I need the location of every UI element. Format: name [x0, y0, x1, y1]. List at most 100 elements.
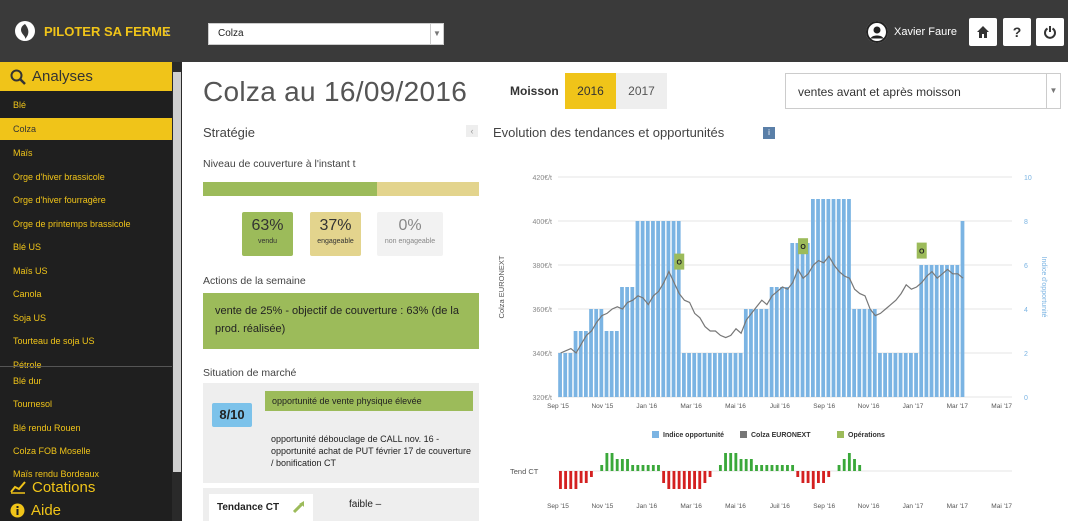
trend-bar: [703, 471, 707, 483]
trend-bar: [641, 465, 645, 471]
sidebar-section-cotations[interactable]: Cotations: [0, 475, 172, 499]
opportunity-bar: [759, 309, 764, 397]
sales-mode-value: ventes avant et après moisson: [798, 85, 961, 99]
opportunity-bar: [558, 353, 562, 397]
sidebar-item[interactable]: Orge de printemps brassicole: [0, 213, 172, 235]
opportunity-bar: [903, 353, 908, 397]
chevron-down-icon: ▼: [430, 24, 443, 44]
opportunity-bar: [914, 353, 918, 397]
y-left-axis-label: Colza EURONEXT: [497, 255, 506, 318]
sidebar-item[interactable]: Orge d'hiver fourragère: [0, 189, 172, 211]
opportunity-bar: [712, 353, 717, 397]
trend-bar: [796, 471, 800, 477]
coverage-bar-fill: [203, 182, 377, 196]
trend-bar: [786, 465, 789, 471]
sidebar-scrollbar[interactable]: [172, 62, 182, 521]
info-icon[interactable]: i: [763, 127, 775, 139]
opportunity-bar: [749, 309, 753, 397]
y-left-tick-label: 360€/t: [533, 307, 553, 314]
trend-bar: [682, 471, 686, 489]
user-menu[interactable]: Xavier Faure: [866, 21, 957, 43]
coverage-pct: 0%: [398, 217, 422, 234]
sidebar-item[interactable]: Colza: [0, 118, 172, 140]
y-right-tick-label: 6: [1024, 263, 1028, 270]
sidebar-item[interactable]: Tourteau de soja US: [0, 330, 172, 352]
sidebar-item[interactable]: Blé: [0, 94, 172, 116]
y-right-tick-label: 8: [1024, 219, 1028, 226]
sidebar-section-aide[interactable]: Aide: [0, 499, 172, 521]
opportunity-bar: [929, 265, 934, 397]
sidebar: Analyses Blé Colza Maïs Orge d'hiver brassi…: [0, 62, 182, 521]
trend-chart: 320€/t 340€/t 360€/t 380€/t 400€/t 420€/t 0 2 4 6…: [497, 175, 1047, 510]
sidebar-item[interactable]: Canola: [0, 283, 172, 305]
sidebar-item[interactable]: Maïs US: [0, 260, 172, 282]
sales-mode-select[interactable]: ventes avant et après moisson ▼: [785, 73, 1061, 109]
sidebar-item[interactable]: Blé US: [0, 236, 172, 258]
opportunity-bar: [800, 243, 805, 397]
y-right-axis-label: Indice d'opportunité: [1040, 257, 1047, 318]
sidebar-item[interactable]: Soja US: [0, 307, 172, 329]
opportunity-bar: [872, 309, 877, 397]
trend-bar: [708, 471, 712, 477]
x-tick-label: Sep '16: [813, 403, 835, 410]
y-left-tick-label: 400€/t: [533, 219, 553, 226]
sidebar-item[interactable]: Tournesol: [0, 393, 172, 415]
x-tick-label: Juil '16: [770, 403, 790, 410]
opportunity-bar: [909, 353, 913, 397]
help-button[interactable]: ?: [1003, 18, 1031, 46]
sidebar-collapse-icon[interactable]: ‹: [165, 24, 169, 39]
x-tick-label: Sep '15: [547, 403, 569, 410]
trend-bar: [827, 471, 831, 477]
trend-bar: [688, 471, 691, 489]
trend-bar: [579, 471, 583, 483]
opportunity-bar: [934, 265, 939, 397]
coverage-box-engageable: 37% engageable: [310, 212, 361, 256]
sidebar-item[interactable]: Maïs: [0, 142, 172, 164]
sidebar-item[interactable]: Blé dur: [0, 370, 172, 392]
opportunity-bar: [692, 353, 697, 397]
opportunity-bar: [888, 353, 893, 397]
y-left-tick-label: 420€/t: [533, 175, 553, 182]
logo-icon: [15, 21, 35, 41]
tab-year-2017[interactable]: 2017: [616, 73, 667, 109]
info-icon: [10, 503, 25, 517]
year-tabs: 2016 2017: [565, 73, 667, 109]
tab-year-2016[interactable]: 2016: [565, 73, 616, 109]
trend-bar: [837, 465, 841, 471]
power-button[interactable]: [1036, 18, 1064, 46]
opportunity-bar: [620, 287, 624, 397]
opportunity-bar: [697, 353, 702, 397]
trend-bar: [847, 453, 851, 471]
opportunity-bar: [780, 287, 784, 397]
sidebar-section-analyses[interactable]: Analyses: [0, 62, 172, 91]
trend-bar: [806, 471, 810, 483]
operation-marker-label: O: [677, 260, 683, 267]
trend-bar: [822, 471, 825, 483]
scrollbar-thumb[interactable]: [173, 72, 181, 472]
sidebar-item[interactable]: Colza FOB Moselle: [0, 440, 172, 462]
trend-bar: [858, 465, 862, 471]
opportunity-bar: [841, 199, 846, 397]
brand-name-a: PILOTER: [44, 23, 101, 39]
opportunity-bar: [609, 331, 614, 397]
trend-x-tick-label: Nov '16: [858, 503, 880, 510]
collapse-left-icon[interactable]: ‹: [466, 125, 478, 137]
home-button[interactable]: [969, 18, 997, 46]
opportunity-bar: [578, 331, 583, 397]
strategy-title: Stratégie: [203, 125, 256, 140]
trend-x-tick-label: Sep '16: [813, 503, 835, 510]
sidebar-item[interactable]: Blé rendu Rouen: [0, 417, 172, 439]
opportunity-bar: [785, 287, 789, 397]
trend-bar: [600, 465, 604, 471]
x-tick-label: Mai '17: [991, 403, 1012, 410]
brand[interactable]: PILOTER SA FERME: [14, 20, 171, 42]
sidebar-item[interactable]: Orge d'hiver brassicole: [0, 166, 172, 188]
action-box: vente de 25% - objectif de couverture : …: [203, 293, 479, 349]
opportunity-bar: [661, 221, 666, 397]
trend-x-tick-label: Juil '16: [770, 503, 790, 510]
opportunity-bar: [702, 353, 707, 397]
trend-bar: [765, 465, 769, 471]
power-icon: [1044, 26, 1056, 39]
crop-select[interactable]: Colza ▼: [208, 23, 444, 45]
opportunity-bar: [826, 199, 831, 397]
